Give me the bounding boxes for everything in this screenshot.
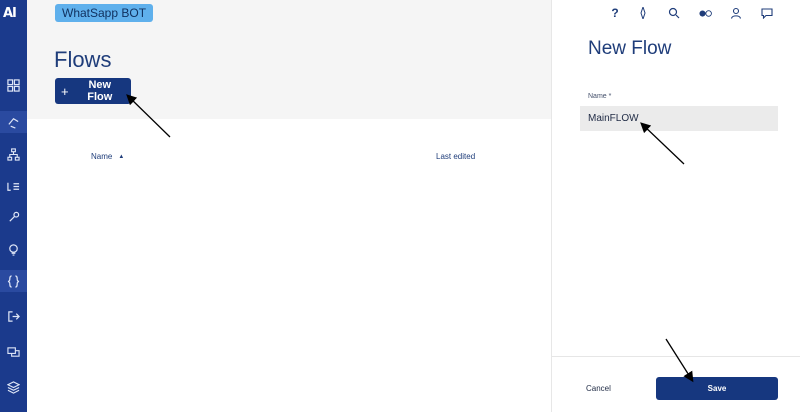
- sidebar-item-conversations[interactable]: [0, 341, 27, 363]
- list-icon: [7, 182, 20, 191]
- message-icon[interactable]: [760, 6, 774, 20]
- annotation-arrow: [665, 338, 694, 383]
- sidebar-rail: AI: [0, 0, 27, 412]
- bot-name-badge[interactable]: WhatSapp BOT: [55, 4, 154, 22]
- sidebar-item-dashboard[interactable]: [0, 74, 27, 96]
- flow-name-input[interactable]: [580, 106, 778, 131]
- search-icon[interactable]: [667, 6, 681, 20]
- layers-icon: [7, 380, 20, 394]
- sidebar-item-list[interactable]: [0, 175, 27, 197]
- sidebar-item-flows[interactable]: [0, 111, 27, 133]
- page-title: Flows: [54, 47, 112, 72]
- compass-icon[interactable]: [636, 6, 650, 20]
- column-header-name[interactable]: Name ▲: [91, 152, 124, 161]
- new-flow-label: New Flow: [87, 79, 113, 103]
- panel-divider: [551, 0, 552, 412]
- column-header-last-edited[interactable]: Last edited: [436, 152, 475, 161]
- sidebar-item-hierarchy[interactable]: [0, 143, 27, 165]
- plus-icon: +: [61, 83, 69, 99]
- flows-icon: [8, 117, 19, 129]
- chat-bubbles-icon: [7, 346, 20, 357]
- sidebar-item-layers[interactable]: [0, 376, 27, 398]
- user-icon[interactable]: [729, 6, 743, 20]
- lightbulb-icon: [9, 243, 18, 256]
- cancel-button[interactable]: Cancel: [580, 379, 616, 397]
- hierarchy-icon: [7, 147, 20, 161]
- column-name-label: Name: [91, 152, 113, 161]
- panel-title: New Flow: [588, 38, 672, 59]
- app-logo[interactable]: AI: [3, 6, 17, 21]
- sidebar-item-code[interactable]: [0, 270, 27, 292]
- sidebar-item-logout[interactable]: [0, 305, 27, 327]
- name-field-label: Name *: [588, 93, 612, 100]
- logout-icon: [8, 310, 20, 322]
- top-toolbar: ?: [552, 0, 800, 28]
- panel-footer-divider: [552, 356, 800, 357]
- code-braces-icon: [7, 274, 20, 288]
- sort-ascending-icon: ▲: [118, 153, 125, 160]
- tools-icon: [9, 211, 20, 222]
- sidebar-item-ideas[interactable]: [0, 238, 27, 260]
- help-icon[interactable]: ?: [608, 6, 622, 20]
- toggle-icon[interactable]: [698, 6, 714, 20]
- save-button[interactable]: Save: [656, 377, 778, 400]
- new-flow-button[interactable]: + New Flow: [55, 78, 131, 104]
- sidebar-item-tools[interactable]: [0, 206, 27, 228]
- grid-icon: [7, 78, 20, 92]
